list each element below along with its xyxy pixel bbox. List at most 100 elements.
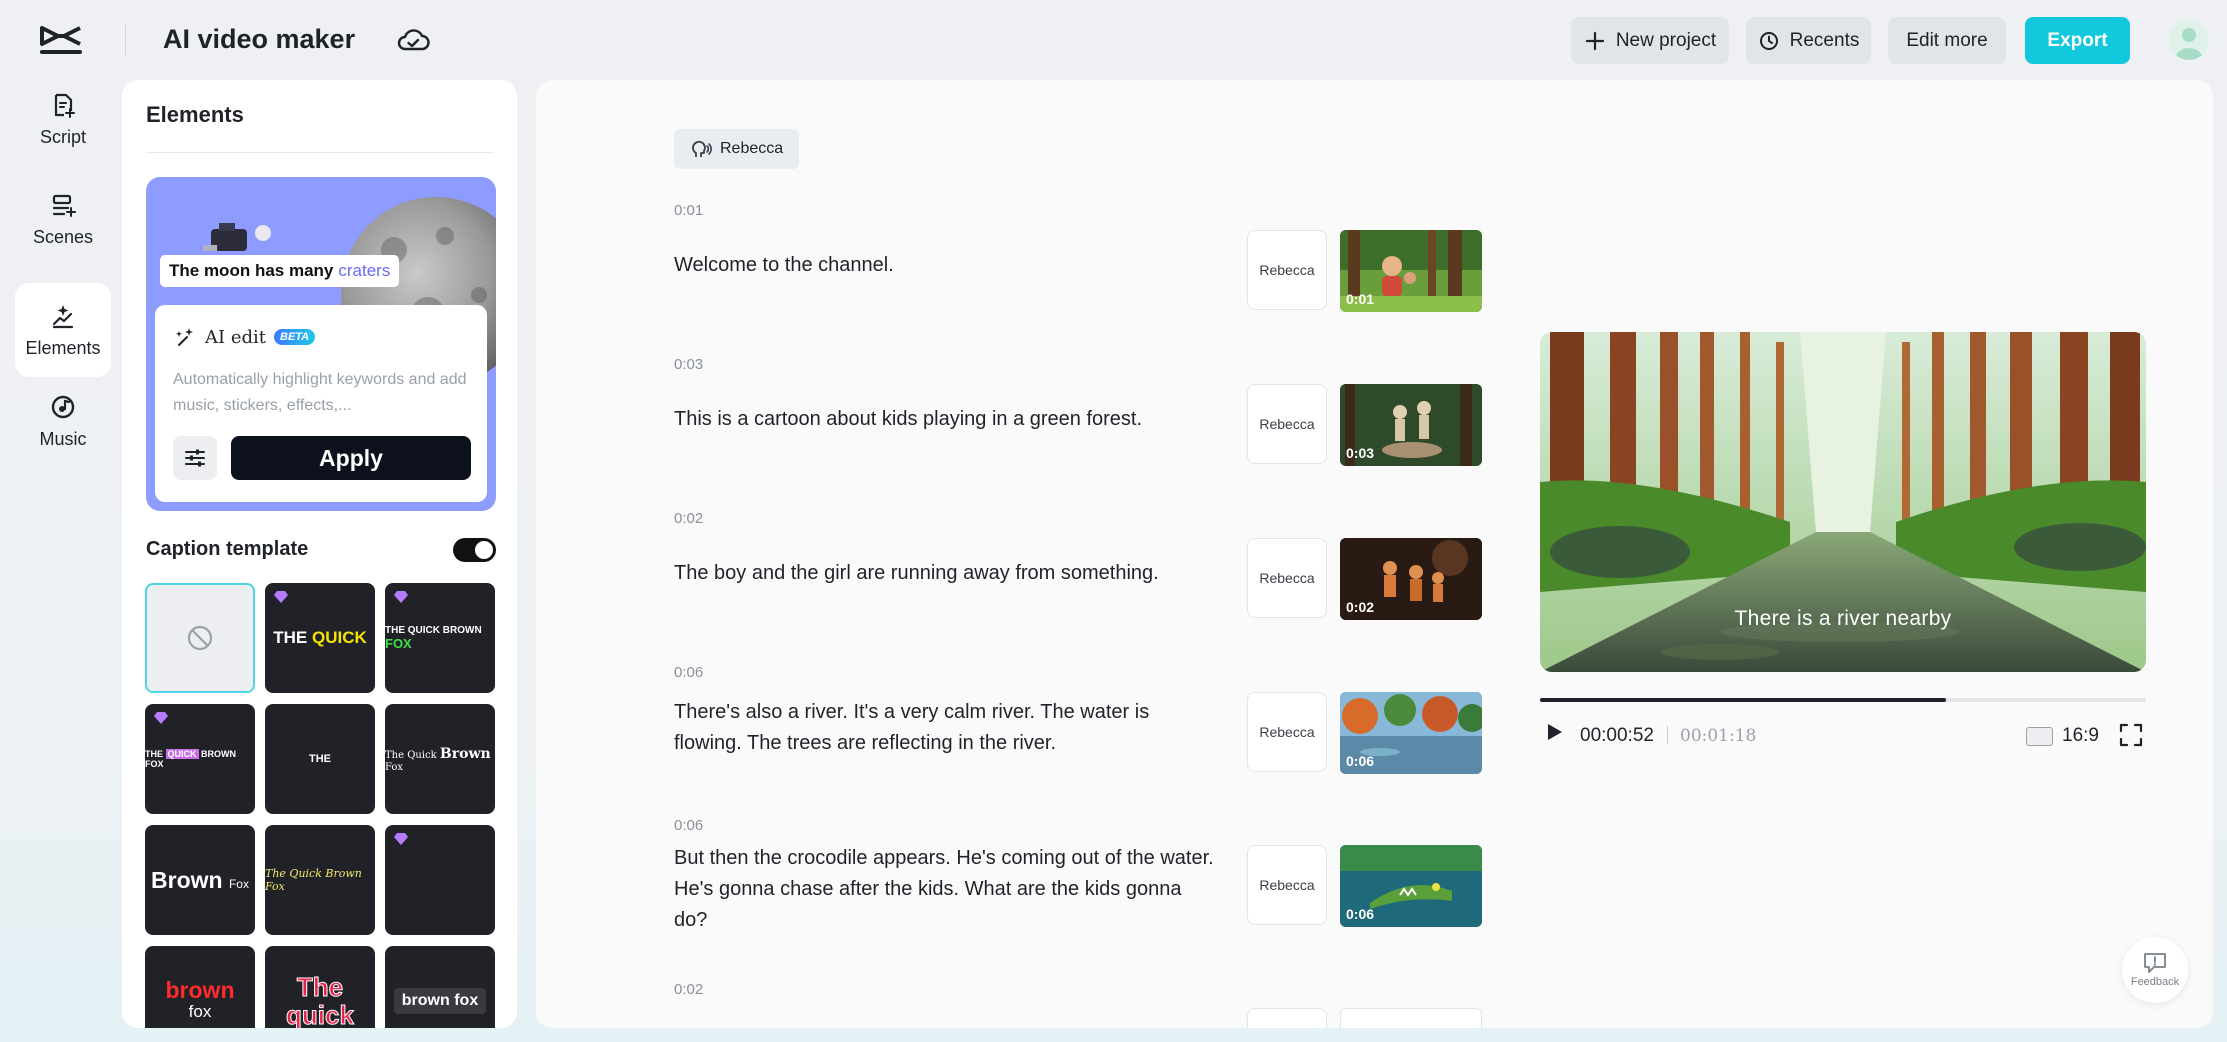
panel-title: Elements <box>146 102 244 128</box>
playback-progress-fill <box>1540 698 1946 702</box>
ai-settings-button[interactable] <box>173 436 217 480</box>
music-icon <box>49 393 77 421</box>
fullscreen-icon[interactable] <box>2118 722 2144 748</box>
segment-time: 0:02 <box>674 510 703 527</box>
elements-panel: Elements The moon has many craters <box>122 80 517 1028</box>
segment-text[interactable]: The boy and the girl are running away fr… <box>674 558 1214 589</box>
template-item[interactable]: THE <box>265 704 375 814</box>
script-icon <box>49 91 77 119</box>
nav-music[interactable]: Music <box>15 374 111 468</box>
nav-elements-label: Elements <box>25 338 100 359</box>
header-divider <box>125 24 126 56</box>
segment-time: 0:06 <box>674 664 703 681</box>
top-bar: AI video maker New project Recents Edit … <box>0 0 2227 80</box>
segment-time: 0:06 <box>674 817 703 834</box>
nav-music-label: Music <box>39 429 86 450</box>
template-item[interactable]: brownfox <box>145 946 255 1028</box>
premium-gem-icon <box>274 591 288 603</box>
play-icon[interactable] <box>1542 720 1566 744</box>
feedback-icon <box>2142 952 2168 974</box>
no-template-icon <box>185 623 215 653</box>
capcut-logo[interactable] <box>38 22 84 58</box>
total-time: 00:01:18 <box>1680 726 1756 746</box>
segment-text[interactable]: This is a cartoon about kids playing in … <box>674 404 1214 435</box>
thumbnail-duration: 0:02 <box>1346 599 1374 615</box>
sample-caption-text: The moon has many <box>169 261 333 281</box>
nav-script-label: Script <box>40 127 86 148</box>
nav-scenes[interactable]: Scenes <box>15 172 111 266</box>
ai-edit-label: AI edit <box>205 327 266 348</box>
template-item[interactable]: THE QUICK <box>265 583 375 693</box>
segment-thumbnail[interactable]: 0:06 <box>1340 845 1482 927</box>
beta-badge: BETA <box>274 329 315 345</box>
segment-thumbnail[interactable] <box>1340 1008 1482 1028</box>
template-item[interactable]: The Quick Brown Fox <box>265 825 375 935</box>
thumbnail-duration: 0:06 <box>1346 906 1374 922</box>
segment-voice-button[interactable]: Rebecca <box>1247 692 1327 772</box>
current-time: 00:00:52 <box>1580 725 1654 747</box>
premium-gem-icon <box>394 591 408 603</box>
segment-thumbnail[interactable]: 0:01 <box>1340 230 1482 312</box>
segment-text[interactable]: But then the crocodile appears. He's com… <box>674 843 1214 936</box>
segment-thumbnail[interactable]: 0:06 <box>1340 692 1482 774</box>
segment-voice-button[interactable]: Rebecca <box>1247 384 1327 464</box>
clock-icon <box>1758 30 1780 52</box>
template-item[interactable]: The Quick Brown Fox <box>385 704 495 814</box>
template-item[interactable]: Thequick <box>265 946 375 1028</box>
aspect-ratio-label[interactable]: 16:9 <box>2062 725 2099 747</box>
sample-caption-highlight: craters <box>338 261 390 281</box>
nav-elements[interactable]: Elements <box>15 283 111 377</box>
segment-voice-button[interactable]: Rebecca <box>1247 230 1327 310</box>
premium-gem-icon <box>154 712 168 724</box>
elements-icon <box>49 302 77 330</box>
template-none[interactable] <box>145 583 255 693</box>
app-title: AI video maker <box>163 24 355 55</box>
segment-voice-button[interactable]: Rebecca <box>1247 538 1327 618</box>
apply-button[interactable]: Apply <box>231 436 471 480</box>
edit-more-label: Edit more <box>1906 30 1987 52</box>
script-editor: Rebecca 0:01 Welcome to the channel. Reb… <box>536 80 2213 1028</box>
thumbnail-duration: 0:01 <box>1346 291 1374 307</box>
segment-time: 0:02 <box>674 981 703 998</box>
template-item[interactable] <box>385 825 495 935</box>
segment-voice-button[interactable] <box>1247 1008 1327 1028</box>
caption-template-toggle[interactable] <box>453 538 496 562</box>
new-project-button[interactable]: New project <box>1571 17 1729 64</box>
export-label: Export <box>2047 30 2107 52</box>
feedback-button[interactable]: Feedback <box>2122 937 2188 1003</box>
new-project-label: New project <box>1616 30 1716 52</box>
template-item[interactable]: brown fox <box>385 946 495 1028</box>
edit-more-button[interactable]: Edit more <box>1888 17 2006 64</box>
segment-thumbnail[interactable]: 0:03 <box>1340 384 1482 466</box>
export-button[interactable]: Export <box>2025 17 2130 64</box>
preview-caption: There is a river nearby <box>1540 607 2146 631</box>
user-avatar-icon <box>2169 20 2209 60</box>
plus-icon <box>1584 30 1606 52</box>
aspect-ratio-icon[interactable] <box>2026 727 2053 746</box>
scenes-icon <box>49 191 77 219</box>
recents-button[interactable]: Recents <box>1746 17 1871 64</box>
cloud-sync-icon[interactable] <box>396 24 430 58</box>
segment-thumbnail[interactable]: 0:02 <box>1340 538 1482 620</box>
panel-divider <box>146 152 494 153</box>
sample-caption: The moon has many craters <box>160 255 399 287</box>
ai-edit-header: AI edit BETA <box>173 325 315 349</box>
segment-text[interactable]: Welcome to the channel. <box>674 250 1214 281</box>
video-preview[interactable]: There is a river nearby <box>1540 332 2146 672</box>
playback-progress-bar[interactable] <box>1540 698 2146 702</box>
speaker-name: Rebecca <box>720 140 783 158</box>
segment-time: 0:01 <box>674 202 703 219</box>
nav-script[interactable]: Script <box>15 72 111 166</box>
ai-edit-description: Automatically highlight keywords and add… <box>173 367 473 419</box>
ai-edit-card: The moon has many craters AI edit BETA A… <box>146 177 496 511</box>
voice-head-icon <box>690 138 712 160</box>
template-item[interactable]: THE QUICK BROWN FOX <box>145 704 255 814</box>
feedback-label: Feedback <box>2131 976 2179 988</box>
speaker-chip[interactable]: Rebecca <box>674 129 799 169</box>
user-avatar[interactable] <box>2169 20 2209 60</box>
template-item[interactable]: Brown Fox <box>145 825 255 935</box>
recents-label: Recents <box>1790 30 1860 52</box>
segment-voice-button[interactable]: Rebecca <box>1247 845 1327 925</box>
template-item[interactable]: THE QUICK BROWN FOX <box>385 583 495 693</box>
segment-text[interactable]: There's also a river. It's a very calm r… <box>674 697 1214 759</box>
